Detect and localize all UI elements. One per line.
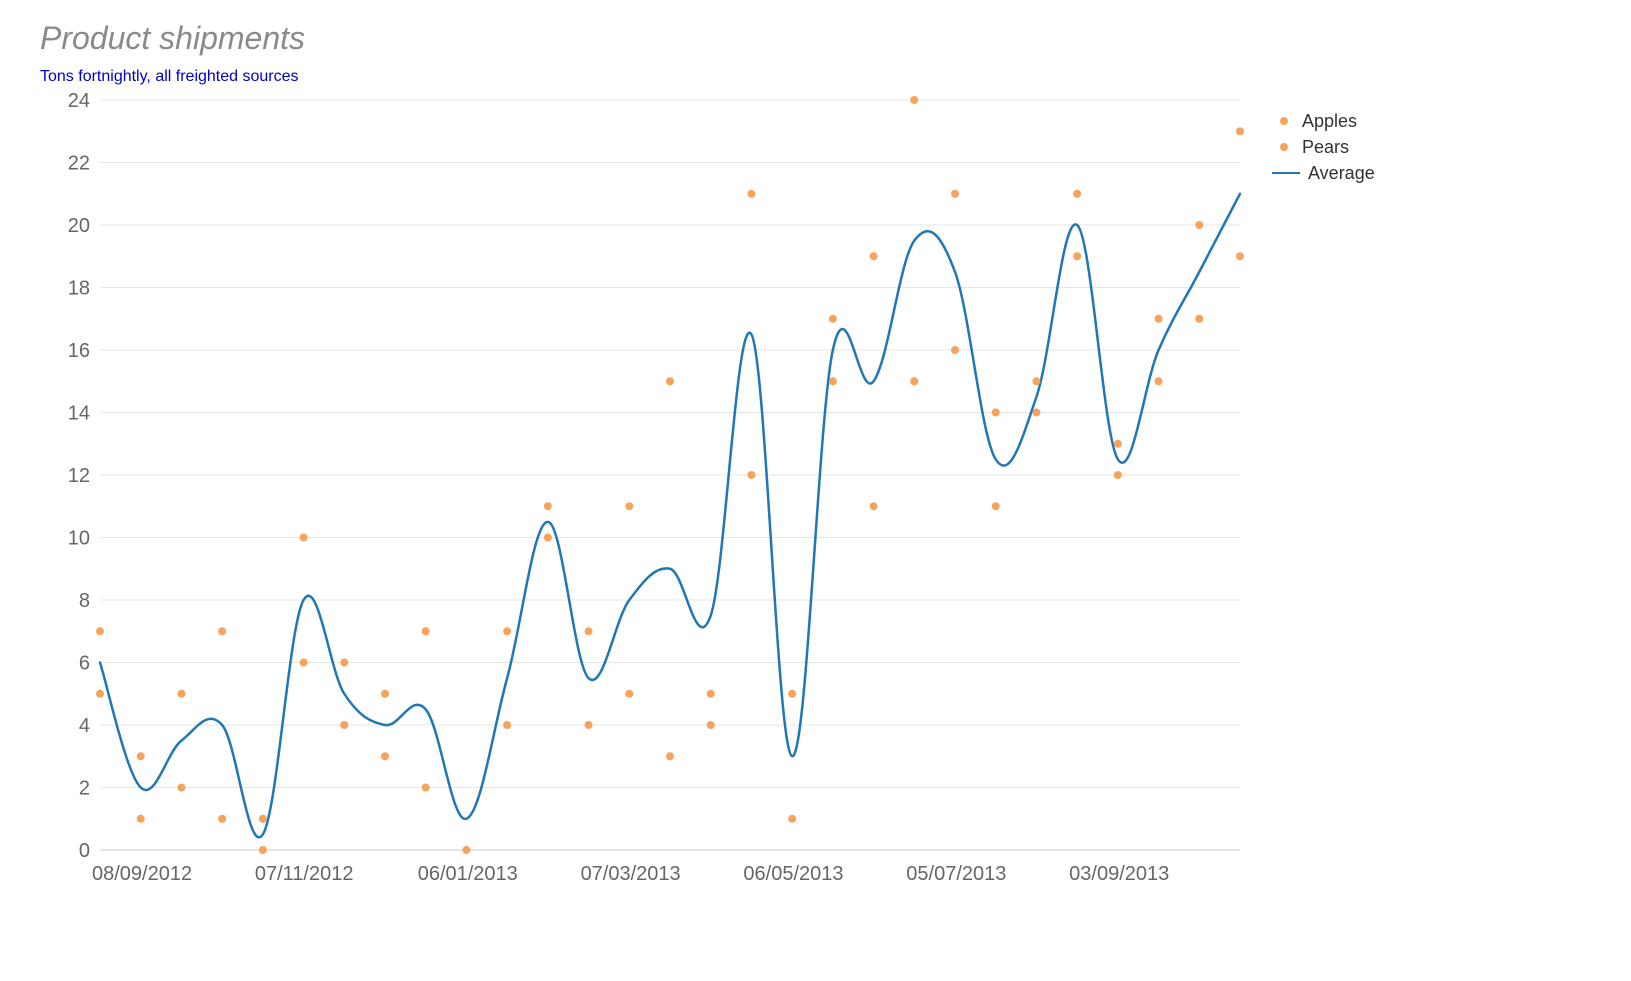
data-point-pears[interactable] — [1195, 315, 1203, 323]
data-point-pears[interactable] — [788, 690, 796, 698]
data-point-pears[interactable] — [137, 815, 145, 823]
data-point-apples[interactable] — [585, 721, 593, 729]
data-point-pears[interactable] — [218, 815, 226, 823]
legend: Apples Pears Average — [1270, 108, 1375, 186]
data-point-pears[interactable] — [503, 721, 511, 729]
data-point-apples[interactable] — [96, 690, 104, 698]
data-point-pears[interactable] — [1073, 252, 1081, 260]
line-swatch-icon — [1272, 172, 1300, 174]
x-tick-label: 06/05/2013 — [743, 863, 843, 885]
data-point-apples[interactable] — [259, 846, 267, 854]
legend-item-pears[interactable]: Pears — [1270, 134, 1375, 160]
data-point-apples[interactable] — [218, 627, 226, 635]
legend-item-average[interactable]: Average — [1270, 160, 1375, 186]
data-point-apples[interactable] — [951, 346, 959, 354]
data-point-pears[interactable] — [544, 502, 552, 510]
x-tick-label: 03/09/2013 — [1069, 863, 1169, 885]
y-tick-label: 14 — [68, 403, 90, 425]
data-point-pears[interactable] — [422, 627, 430, 635]
data-point-apples[interactable] — [422, 784, 430, 792]
data-point-apples[interactable] — [462, 846, 470, 854]
data-point-pears[interactable] — [96, 627, 104, 635]
chart-subtitle: Tons fortnightly, all freighted sources — [40, 68, 299, 86]
data-point-pears[interactable] — [747, 190, 755, 198]
data-point-pears[interactable] — [1032, 409, 1040, 417]
data-point-apples[interactable] — [1155, 377, 1163, 385]
data-point-pears[interactable] — [381, 752, 389, 760]
chart-container: Product shipments Tons fortnightly, all … — [0, 0, 1631, 981]
data-point-apples[interactable] — [544, 534, 552, 542]
x-tick-label: 08/09/2012 — [92, 863, 192, 885]
data-point-pears[interactable] — [707, 721, 715, 729]
data-point-apples[interactable] — [910, 377, 918, 385]
y-tick-label: 24 — [68, 90, 90, 112]
data-point-pears[interactable] — [1236, 127, 1244, 135]
legend-item-apples[interactable]: Apples — [1270, 108, 1375, 134]
data-point-apples[interactable] — [1114, 440, 1122, 448]
data-point-pears[interactable] — [259, 815, 267, 823]
data-point-apples[interactable] — [503, 627, 511, 635]
y-tick-label: 12 — [68, 465, 90, 487]
y-tick-label: 4 — [79, 715, 90, 737]
data-point-apples[interactable] — [992, 502, 1000, 510]
data-point-apples[interactable] — [1073, 190, 1081, 198]
dot-swatch-icon — [1280, 117, 1288, 125]
plot-area[interactable]: 02468101214161820222408/09/201207/11/201… — [40, 90, 1250, 900]
data-point-apples[interactable] — [340, 721, 348, 729]
data-point-pears[interactable] — [625, 690, 633, 698]
y-tick-label: 20 — [68, 215, 90, 237]
data-point-apples[interactable] — [1236, 252, 1244, 260]
legend-label: Average — [1308, 163, 1375, 184]
data-point-apples[interactable] — [788, 815, 796, 823]
data-point-apples[interactable] — [381, 690, 389, 698]
data-point-pears[interactable] — [585, 627, 593, 635]
data-point-pears[interactable] — [1155, 315, 1163, 323]
y-tick-label: 0 — [79, 840, 90, 862]
x-tick-label: 06/01/2013 — [418, 863, 518, 885]
series-average-line[interactable] — [100, 194, 1240, 838]
y-tick-label: 22 — [68, 153, 90, 175]
data-point-apples[interactable] — [1032, 377, 1040, 385]
y-tick-label: 2 — [79, 778, 90, 800]
x-tick-label: 07/11/2012 — [255, 863, 354, 885]
data-point-apples[interactable] — [666, 752, 674, 760]
legend-label: Pears — [1302, 137, 1349, 158]
data-point-apples[interactable] — [707, 690, 715, 698]
data-point-pears[interactable] — [829, 315, 837, 323]
y-tick-label: 16 — [68, 340, 90, 362]
data-point-pears[interactable] — [951, 190, 959, 198]
y-tick-label: 6 — [79, 653, 90, 675]
data-point-pears[interactable] — [177, 690, 185, 698]
data-point-apples[interactable] — [1195, 221, 1203, 229]
data-point-pears[interactable] — [1114, 471, 1122, 479]
data-point-pears[interactable] — [340, 659, 348, 667]
data-point-pears[interactable] — [300, 534, 308, 542]
data-point-pears[interactable] — [666, 377, 674, 385]
data-point-apples[interactable] — [829, 377, 837, 385]
data-point-apples[interactable] — [870, 252, 878, 260]
data-point-pears[interactable] — [992, 409, 1000, 417]
y-tick-label: 8 — [79, 590, 90, 612]
data-point-apples[interactable] — [747, 471, 755, 479]
legend-label: Apples — [1302, 111, 1357, 132]
data-point-apples[interactable] — [177, 784, 185, 792]
data-point-pears[interactable] — [910, 96, 918, 104]
dot-swatch-icon — [1280, 143, 1288, 151]
data-point-apples[interactable] — [625, 502, 633, 510]
data-point-pears[interactable] — [870, 502, 878, 510]
x-tick-label: 07/03/2013 — [581, 863, 681, 885]
x-tick-label: 05/07/2013 — [906, 863, 1006, 885]
chart-title: Product shipments — [40, 20, 305, 57]
y-tick-label: 18 — [68, 278, 90, 300]
y-tick-label: 10 — [68, 528, 90, 550]
data-point-apples[interactable] — [137, 752, 145, 760]
data-point-apples[interactable] — [300, 659, 308, 667]
